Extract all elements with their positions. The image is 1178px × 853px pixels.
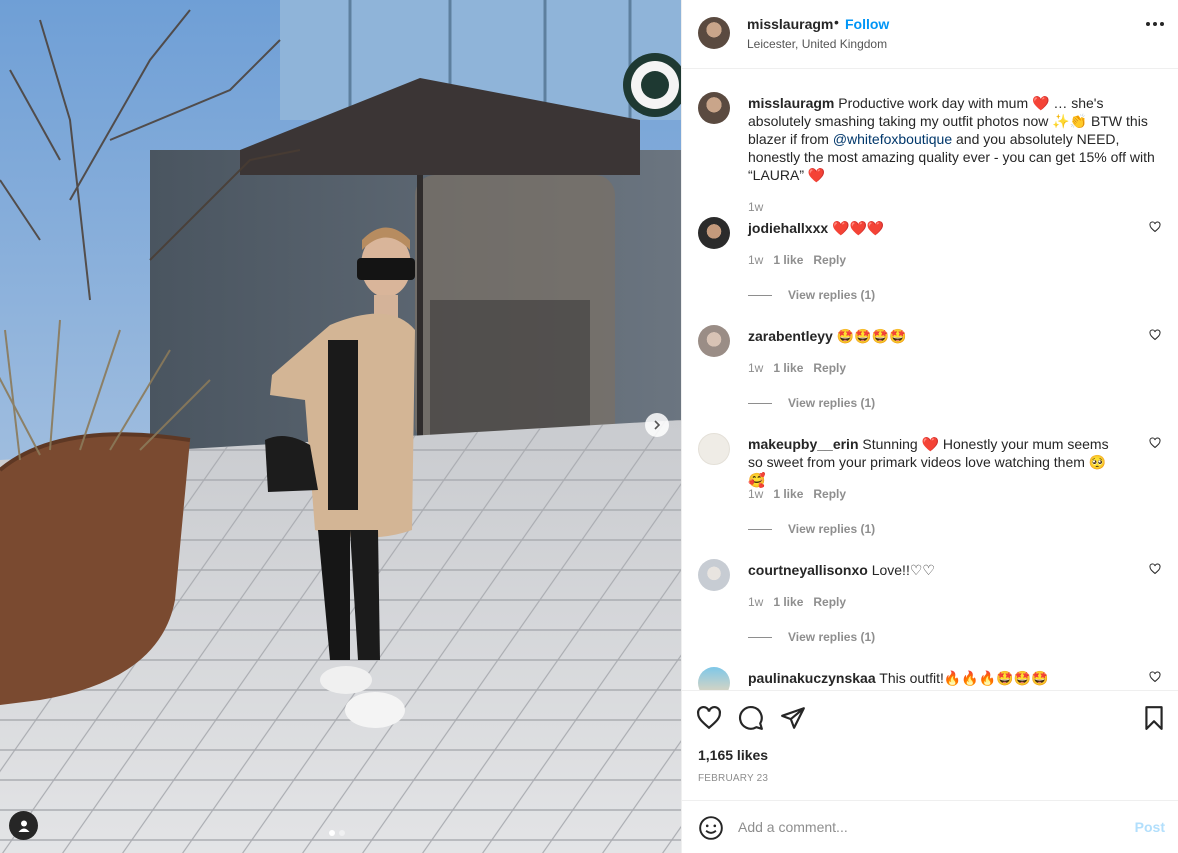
- commenter-avatar[interactable]: [698, 433, 730, 465]
- follow-button[interactable]: Follow: [845, 16, 889, 32]
- bookmark-icon[interactable]: [1141, 705, 1167, 731]
- comment-meta: 1w 1 like Reply: [748, 595, 846, 609]
- reply-button[interactable]: Reply: [813, 253, 846, 267]
- author-username[interactable]: misslauragm: [747, 16, 833, 32]
- comments-list[interactable]: misslauragm Productive work day with mum…: [682, 70, 1178, 690]
- heart-icon[interactable]: [1149, 437, 1161, 449]
- post-actions: 1,165 likes FEBRUARY 23: [682, 690, 1178, 800]
- heart-icon[interactable]: [1149, 221, 1161, 233]
- comment-text: courtneyallisonxo Love!!♡♡: [748, 561, 1123, 579]
- caption-text: misslauragm Productive work day with mum…: [748, 94, 1168, 184]
- comment-meta: 1w 1 like Reply: [748, 253, 846, 267]
- comment-meta: 1w 1 like Reply: [748, 361, 846, 375]
- view-replies-button[interactable]: View replies (1): [748, 630, 875, 644]
- view-replies-button[interactable]: View replies (1): [748, 288, 875, 302]
- comment-text: paulinakuczynskaa This outfit!🔥🔥🔥🤩🤩🤩: [748, 669, 1123, 687]
- commenter-username[interactable]: paulinakuczynskaa: [748, 670, 876, 686]
- view-replies-label: View replies (1): [788, 396, 876, 410]
- red-heart-emoji: ❤️: [807, 167, 826, 183]
- commenter-username[interactable]: zarabentleyy: [748, 328, 833, 344]
- commenter-username[interactable]: jodiehallxxx: [748, 220, 828, 236]
- divider-line: [748, 294, 772, 296]
- comment-body: This outfit!🔥🔥🔥🤩🤩🤩: [879, 670, 1049, 686]
- comment-text: makeupby__erin Stunning ❤️ Honestly your…: [748, 435, 1123, 489]
- heart-icon[interactable]: [696, 705, 722, 731]
- comment-likes[interactable]: 1 like: [773, 487, 803, 501]
- comment-body: ❤️❤️❤️: [832, 220, 885, 236]
- carousel-indicator: [329, 830, 345, 836]
- comment-icon[interactable]: [738, 705, 764, 731]
- share-icon[interactable]: [780, 705, 806, 731]
- comment-likes[interactable]: 1 like: [773, 361, 803, 375]
- carousel-dot: [339, 830, 345, 836]
- likes-count[interactable]: 1,165 likes: [698, 747, 768, 763]
- sparkles-emoji: ✨👏: [1052, 113, 1088, 129]
- emoji-icon[interactable]: [698, 815, 724, 841]
- comment-time[interactable]: 1w: [748, 487, 763, 501]
- tagged-users-button[interactable]: [9, 811, 38, 840]
- comment-time[interactable]: 1w: [748, 595, 763, 609]
- post-comment-button[interactable]: Post: [1135, 819, 1165, 835]
- heart-icon[interactable]: [1149, 671, 1161, 683]
- heart-icon[interactable]: [1149, 563, 1161, 575]
- view-replies-button[interactable]: View replies (1): [748, 522, 875, 536]
- post-location[interactable]: Leicester, United Kingdom: [747, 37, 887, 51]
- user-icon: [18, 820, 29, 832]
- caption-username[interactable]: misslauragm: [748, 95, 834, 111]
- chevron-right-icon: [654, 420, 661, 430]
- reply-button[interactable]: Reply: [813, 361, 846, 375]
- next-photo-button[interactable]: [645, 413, 669, 437]
- comment-time[interactable]: 1w: [748, 253, 763, 267]
- comment-meta: 1w 1 like Reply: [748, 487, 846, 501]
- action-icons: [696, 705, 806, 731]
- comment-likes[interactable]: 1 like: [773, 595, 803, 609]
- post-photo[interactable]: [0, 0, 681, 853]
- comment-input[interactable]: [738, 817, 1118, 837]
- commenter-avatar[interactable]: [698, 325, 730, 357]
- post-header: misslauragm • Follow Leicester, United K…: [682, 0, 1178, 69]
- divider-line: [748, 528, 772, 530]
- comment-body: 🤩🤩🤩🤩: [836, 328, 907, 344]
- comment-body: Love!!♡♡: [871, 562, 935, 578]
- view-replies-button[interactable]: View replies (1): [748, 396, 875, 410]
- carousel-dot-active: [329, 830, 335, 836]
- comment-text: jodiehallxxx ❤️❤️❤️: [748, 219, 1123, 237]
- header-separator: •: [834, 14, 839, 30]
- divider-line: [748, 402, 772, 404]
- comment-time[interactable]: 1w: [748, 361, 763, 375]
- reply-button[interactable]: Reply: [813, 487, 846, 501]
- post-date[interactable]: FEBRUARY 23: [698, 773, 768, 784]
- heart-icon[interactable]: [1149, 329, 1161, 341]
- caption-time[interactable]: 1w: [748, 200, 763, 214]
- commenter-avatar[interactable]: [698, 559, 730, 591]
- caption-mention-link[interactable]: @whitefoxboutique: [833, 131, 952, 147]
- commenter-username[interactable]: courtneyallisonxo: [748, 562, 868, 578]
- commenter-avatar[interactable]: [698, 667, 730, 690]
- caption-part-1: Productive work day with mum: [838, 95, 1029, 111]
- author-avatar[interactable]: [698, 17, 730, 49]
- post-modal: misslauragm • Follow Leicester, United K…: [0, 0, 1178, 853]
- more-options-icon[interactable]: [1146, 22, 1164, 26]
- comment-likes[interactable]: 1 like: [773, 253, 803, 267]
- view-replies-label: View replies (1): [788, 522, 876, 536]
- reply-button[interactable]: Reply: [813, 595, 846, 609]
- post-details-panel: misslauragm • Follow Leicester, United K…: [681, 0, 1178, 853]
- photo-scene: [0, 0, 681, 853]
- red-heart-emoji: ❤️: [1032, 95, 1050, 111]
- comment-composer: Post: [682, 800, 1178, 853]
- divider-line: [748, 636, 772, 638]
- commenter-username[interactable]: makeupby__erin: [748, 436, 859, 452]
- commenter-avatar[interactable]: [698, 217, 730, 249]
- caption-avatar[interactable]: [698, 92, 730, 124]
- view-replies-label: View replies (1): [788, 630, 876, 644]
- comment-text: zarabentleyy 🤩🤩🤩🤩: [748, 327, 1123, 345]
- view-replies-label: View replies (1): [788, 288, 876, 302]
